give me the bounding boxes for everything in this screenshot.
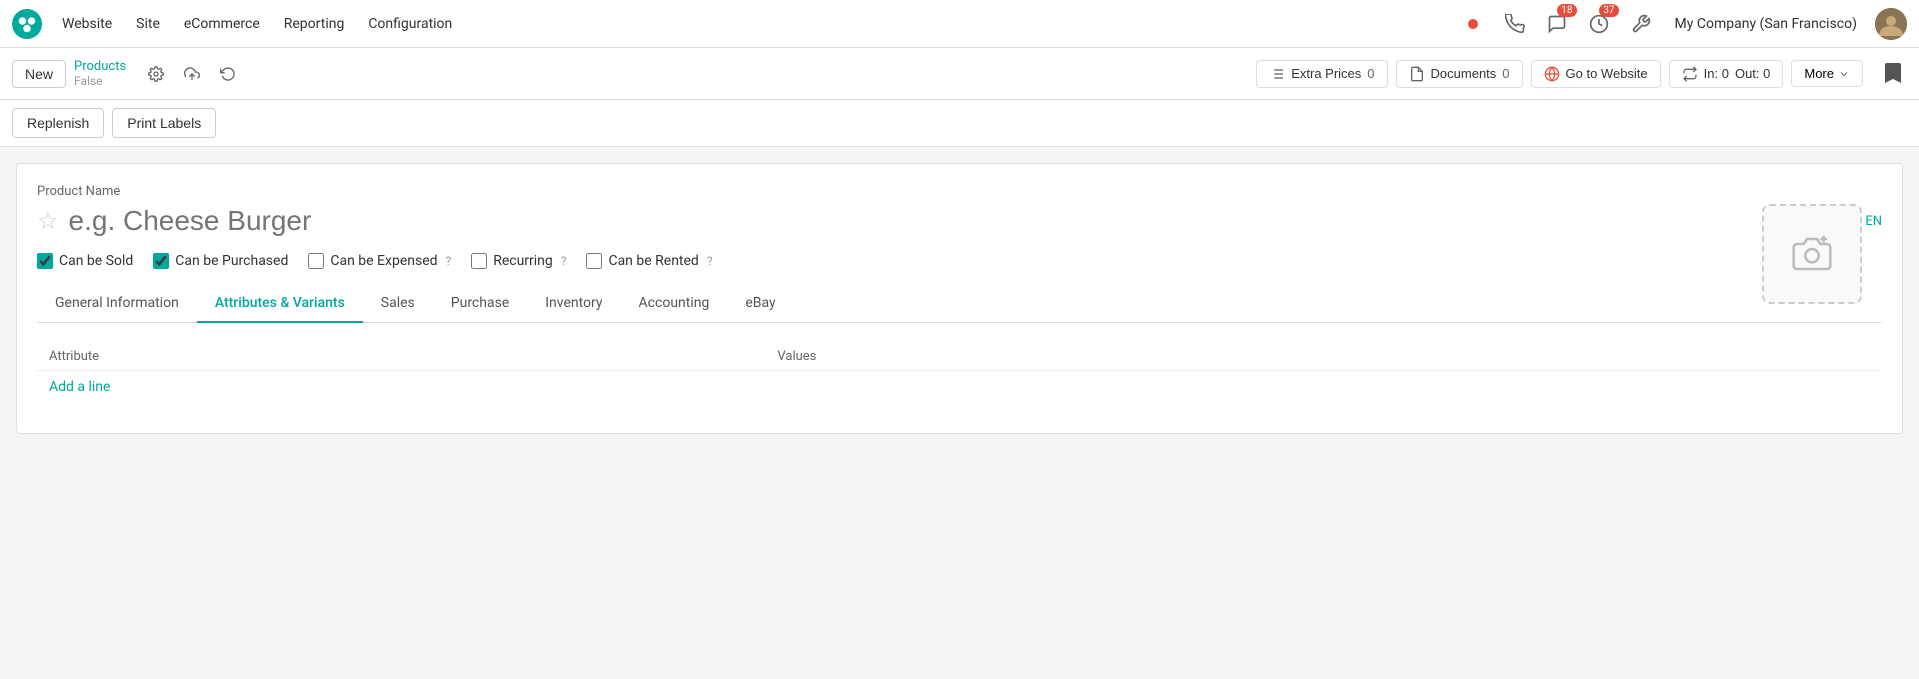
phone-icon-button[interactable] [1499, 8, 1531, 40]
in-out-button[interactable]: In: 0 Out: 0 [1669, 60, 1784, 88]
bookmark-button[interactable] [1879, 60, 1907, 88]
product-tabs: General Information Attributes & Variant… [37, 285, 1882, 323]
sub-action-bar: Replenish Print Labels [0, 100, 1919, 147]
product-name-row: ☆ G EN [37, 205, 1882, 237]
company-name: My Company (San Francisco) [1675, 16, 1857, 32]
upload-icon [184, 66, 200, 82]
tab-inventory[interactable]: Inventory [527, 285, 620, 323]
can-be-expensed-checkbox-item: Can be Expensed ? [308, 253, 451, 269]
documents-label: Documents [1431, 66, 1497, 81]
breadcrumb: Products False [74, 59, 126, 88]
settings-icon [1631, 14, 1651, 34]
values-col-header: Values [777, 349, 1870, 364]
out-label: Out: 0 [1735, 66, 1770, 81]
documents-count: 0 [1502, 66, 1509, 81]
add-line-button[interactable]: Add a line [37, 371, 122, 403]
go-to-website-button[interactable]: Go to Website [1531, 60, 1661, 88]
can-be-expensed-help-icon[interactable]: ? [446, 254, 452, 268]
nav-configuration[interactable]: Configuration [358, 10, 462, 38]
globe-icon [1544, 66, 1560, 82]
price-list-icon [1269, 66, 1285, 82]
breadcrumb-products-link[interactable]: Products [74, 59, 126, 74]
replenish-button[interactable]: Replenish [12, 108, 104, 138]
new-button[interactable]: New [12, 60, 66, 88]
tab-sales[interactable]: Sales [363, 285, 433, 323]
can-be-sold-checkbox[interactable] [37, 253, 53, 269]
documents-button[interactable]: Documents 0 [1396, 60, 1523, 88]
tab-content-attributes: Attribute Values Add a line [37, 323, 1882, 413]
undo-icon [220, 66, 236, 82]
can-be-purchased-label: Can be Purchased [175, 253, 288, 269]
tab-accounting[interactable]: Accounting [621, 285, 728, 323]
attribute-table-header: Attribute Values [37, 343, 1882, 371]
can-be-rented-help-icon[interactable]: ? [707, 254, 713, 268]
can-be-expensed-checkbox[interactable] [308, 253, 324, 269]
settings-gear-button[interactable] [142, 60, 170, 88]
document-icon [1409, 66, 1425, 82]
recurring-checkbox[interactable] [471, 253, 487, 269]
can-be-rented-checkbox-item: Can be Rented ? [586, 253, 712, 269]
chevron-down-icon [1838, 68, 1850, 80]
chat-badge: 18 [1557, 4, 1576, 17]
tab-purchase[interactable]: Purchase [433, 285, 527, 323]
can-be-sold-label: Can be Sold [59, 253, 133, 269]
clock-badge: 37 [1599, 4, 1618, 17]
transfer-icon [1682, 66, 1698, 82]
upload-button[interactable] [178, 60, 206, 88]
bookmark-icon [1885, 63, 1901, 85]
can-be-sold-checkbox-item: Can be Sold [37, 253, 133, 269]
status-dot-button[interactable] [1457, 8, 1489, 40]
product-form: Product Name ☆ G EN Can be Sold Can be P… [16, 163, 1903, 434]
recurring-checkbox-item: Recurring ? [471, 253, 566, 269]
print-labels-button[interactable]: Print Labels [112, 108, 216, 138]
action-bar: New Products False Extra Prices 0 Docume… [0, 48, 1919, 100]
nav-website[interactable]: Website [52, 10, 122, 38]
gear-icon [148, 66, 164, 82]
extra-prices-label: Extra Prices [1291, 66, 1361, 81]
settings-icon-button[interactable] [1625, 8, 1657, 40]
can-be-rented-label: Can be Rented [608, 253, 698, 269]
go-to-website-label: Go to Website [1566, 66, 1648, 81]
recurring-label: Recurring [493, 253, 553, 269]
status-dot [1468, 19, 1478, 29]
form-container: Product Name ☆ G EN Can be Sold Can be P… [37, 184, 1882, 413]
undo-button[interactable] [214, 60, 242, 88]
in-label: In: 0 [1704, 66, 1729, 81]
odoo-logo[interactable] [12, 9, 42, 39]
chat-icon [1547, 14, 1567, 34]
attribute-col-header: Attribute [49, 349, 777, 364]
clock-icon-button[interactable]: 37 [1583, 8, 1615, 40]
recurring-help-icon[interactable]: ? [561, 254, 567, 268]
user-avatar[interactable] [1875, 8, 1907, 40]
clock-icon [1589, 14, 1609, 34]
nav-site[interactable]: Site [126, 10, 170, 38]
nav-ecommerce[interactable]: eCommerce [174, 10, 270, 38]
nav-reporting[interactable]: Reporting [274, 10, 355, 38]
extra-prices-button[interactable]: Extra Prices 0 [1256, 60, 1387, 88]
product-name-label: Product Name [37, 184, 1882, 199]
phone-icon [1505, 14, 1525, 34]
breadcrumb-false: False [74, 74, 126, 88]
extra-prices-count: 0 [1367, 66, 1374, 81]
chat-icon-button[interactable]: 18 [1541, 8, 1573, 40]
can-be-expensed-label: Can be Expensed [330, 253, 437, 269]
top-nav: Website Site eCommerce Reporting Configu… [0, 0, 1919, 48]
language-selector[interactable]: EN [1865, 214, 1882, 229]
more-button[interactable]: More [1791, 60, 1863, 87]
more-label: More [1804, 66, 1834, 81]
product-flags-row: Can be Sold Can be Purchased Can be Expe… [37, 253, 1882, 269]
camera-plus-icon [1792, 234, 1832, 274]
tab-attributes-variants[interactable]: Attributes & Variants [197, 285, 363, 323]
nav-icons: 18 37 My Company (San Francisco) [1457, 8, 1907, 40]
can-be-rented-checkbox[interactable] [586, 253, 602, 269]
favorite-star-icon[interactable]: ☆ [37, 207, 59, 235]
product-image-upload[interactable] [1762, 204, 1862, 304]
tab-ebay[interactable]: eBay [727, 285, 793, 323]
can-be-purchased-checkbox[interactable] [153, 253, 169, 269]
company-selector[interactable]: My Company (San Francisco) [1667, 12, 1865, 36]
can-be-purchased-checkbox-item: Can be Purchased [153, 253, 288, 269]
product-name-input[interactable] [69, 205, 1822, 237]
tab-general-information[interactable]: General Information [37, 285, 197, 323]
